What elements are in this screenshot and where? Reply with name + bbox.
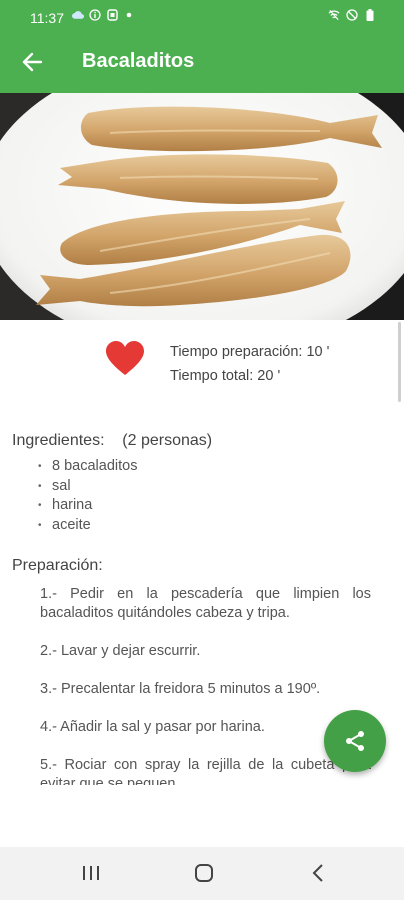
share-icon — [346, 731, 364, 751]
prep-time: Tiempo preparación: 10 ' — [170, 344, 330, 360]
page-title: Bacaladitos — [82, 50, 195, 72]
heart-icon — [106, 341, 144, 375]
time-info: Tiempo preparación: 10 ' Tiempo total: 2… — [170, 340, 329, 388]
back-button[interactable] — [18, 48, 46, 76]
list-item: aceite — [38, 516, 137, 536]
notification-icons — [72, 9, 135, 21]
share-button[interactable] — [324, 710, 386, 772]
do-not-disturb-icon — [346, 9, 358, 21]
status-time: 11:37 — [30, 10, 64, 26]
dot-icon — [123, 9, 135, 21]
ingredients-title: Ingredientes: (2 personas) — [12, 432, 213, 449]
app-notification-icon — [106, 9, 118, 21]
home-button[interactable] — [192, 861, 216, 885]
cloud-icon — [72, 9, 84, 21]
ingredients-list: 8 bacaladitos sal harina aceite — [38, 457, 137, 535]
system-icons — [328, 9, 376, 21]
battery-icon — [364, 9, 376, 21]
chevron-left-icon — [312, 864, 323, 882]
list-item: 8 bacaladitos — [38, 457, 137, 477]
favorite-button[interactable] — [105, 341, 145, 377]
wifi-off-icon — [328, 9, 340, 21]
total-time: Tiempo total: 20 ' — [170, 368, 281, 384]
preparation-steps: 1.- Pedir en la pescadería que limpien l… — [40, 585, 371, 785]
recent-apps-button[interactable] — [79, 861, 103, 885]
nav-back-button[interactable] — [306, 861, 330, 885]
home-icon — [195, 864, 213, 882]
app-bar: Bacaladitos — [0, 32, 404, 93]
scrollbar[interactable] — [398, 322, 401, 402]
step-item: 4.- Añadir la sal y pasar por harina. — [40, 719, 265, 735]
list-item: sal — [38, 477, 137, 497]
system-nav-bar — [0, 847, 404, 900]
list-item: harina — [38, 496, 137, 516]
step-item: 3.- Precalentar la freidora 5 minutos a … — [40, 681, 321, 697]
status-bar: 11:37 — [0, 0, 404, 32]
preparation-title: Preparación: — [12, 557, 103, 574]
recipe-photo — [0, 93, 404, 320]
step-item: 5.- Rociar con spray la rejilla de la cu… — [40, 757, 371, 785]
arrow-left-icon — [22, 52, 43, 72]
step-item: 1.- Pedir en la pescadería que limpien l… — [40, 586, 371, 621]
recent-apps-icon — [83, 866, 99, 880]
step-item: 2.- Lavar y dejar escurrir. — [40, 643, 201, 659]
info-icon — [89, 9, 101, 21]
